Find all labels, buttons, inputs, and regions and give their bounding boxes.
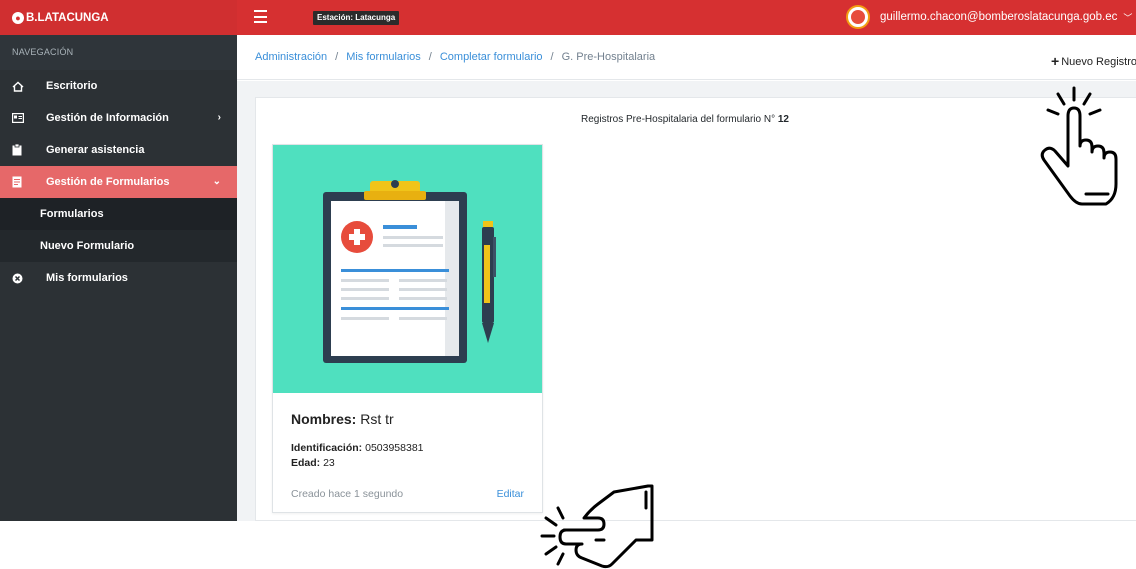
edit-link[interactable]: Editar (497, 488, 524, 500)
breadcrumb-separator: / (428, 51, 432, 63)
form-number: 12 (777, 114, 789, 125)
chevron-down-icon: ﹀ (1123, 12, 1133, 23)
menu-toggle-icon[interactable] (254, 10, 267, 23)
clipboard-icon (12, 144, 30, 156)
name-value: Rst tr (360, 411, 394, 427)
breadcrumb-link-mis-formularios[interactable]: Mis formularios (346, 51, 421, 63)
circle-x-icon (12, 273, 30, 284)
sidebar-item-label: Gestión de Formularios (46, 176, 170, 188)
sidebar-item-label: Generar asistencia (46, 144, 145, 156)
sidebar: NAVEGACIÓN Escritorio Gestión de Informa… (0, 35, 237, 521)
avatar (846, 5, 870, 29)
identification-value: 0503958381 (365, 442, 424, 454)
brand-logo-icon: ● (12, 11, 24, 24)
sidebar-item-gestion-informacion[interactable]: Gestión de Información › (0, 102, 237, 134)
sidebar-header: NAVEGACIÓN (0, 35, 237, 70)
new-record-label: Nuevo Registro (1061, 56, 1136, 68)
sidebar-item-label: Gestión de Información (46, 112, 169, 124)
card-age: Edad: 23 (291, 457, 335, 469)
age-value: 23 (323, 457, 335, 469)
id-card-icon (12, 113, 30, 123)
sidebar-item-label: Formularios (40, 208, 104, 220)
form-icon (12, 176, 30, 188)
top-navbar: ● B.LATACUNGA Estación: Latacunga guille… (0, 0, 1136, 35)
chevron-down-icon: ⌄ (212, 176, 221, 187)
sidebar-item-mis-formularios[interactable]: Mis formularios (0, 262, 237, 294)
sidebar-item-label: Mis formularios (46, 272, 128, 284)
sidebar-item-generar-asistencia[interactable]: Generar asistencia (0, 134, 237, 166)
sidebar-item-formularios[interactable]: Formularios (0, 198, 237, 230)
sidebar-submenu: Formularios Nuevo Formulario (0, 198, 237, 262)
breadcrumb: Administración / Mis formularios / Compl… (237, 35, 1136, 80)
age-label: Edad: (291, 457, 321, 469)
pointing-hand-click-icon (1040, 86, 1118, 206)
card-created: Creado hace 1 segundo (291, 488, 404, 500)
user-menu[interactable]: guillermo.chacon@bomberoslatacunga.gob.e… (846, 4, 1132, 30)
record-card: Nombres: Rst tr Identificación: 05039583… (272, 144, 543, 513)
breadcrumb-separator: / (335, 51, 339, 63)
identification-label: Identificación: (291, 442, 363, 454)
card-identification: Identificación: 0503958381 (291, 442, 424, 454)
name-label: Nombres: (291, 411, 357, 427)
brand[interactable]: ● B.LATACUNGA (0, 0, 237, 35)
sidebar-item-nuevo-formulario[interactable]: Nuevo Formulario (0, 230, 237, 262)
medical-clipboard-pen-icon (323, 180, 496, 363)
plus-icon: + (1051, 53, 1060, 69)
breadcrumb-separator: / (550, 51, 554, 63)
new-record-button[interactable]: + Nuevo Registro (1051, 52, 1136, 69)
card-name: Nombres: Rst tr (291, 411, 394, 427)
panel-title-text: Registros Pre-Hospitalaria del formulari… (581, 114, 776, 125)
user-email: guillermo.chacon@bomberoslatacunga.gob.e… (880, 11, 1118, 23)
home-icon (12, 81, 30, 92)
sidebar-item-escritorio[interactable]: Escritorio (0, 70, 237, 102)
sidebar-item-label: Nuevo Formulario (40, 240, 135, 252)
chevron-right-icon: › (217, 112, 221, 123)
pointing-hand-click-icon (540, 484, 654, 569)
panel-title: Registros Pre-Hospitalaria del formulari… (581, 114, 789, 125)
sidebar-item-gestion-formularios[interactable]: Gestión de Formularios ⌄ (0, 166, 237, 198)
breadcrumb-link-completar-formulario[interactable]: Completar formulario (440, 51, 543, 63)
breadcrumb-current: G. Pre-Hospitalaria (561, 51, 656, 63)
brand-name: B.LATACUNGA (26, 11, 109, 24)
sidebar-item-label: Escritorio (46, 80, 98, 92)
card-image (273, 145, 542, 393)
breadcrumb-link-administracion[interactable]: Administración (255, 51, 327, 63)
station-badge: Estación: Latacunga (313, 11, 400, 25)
